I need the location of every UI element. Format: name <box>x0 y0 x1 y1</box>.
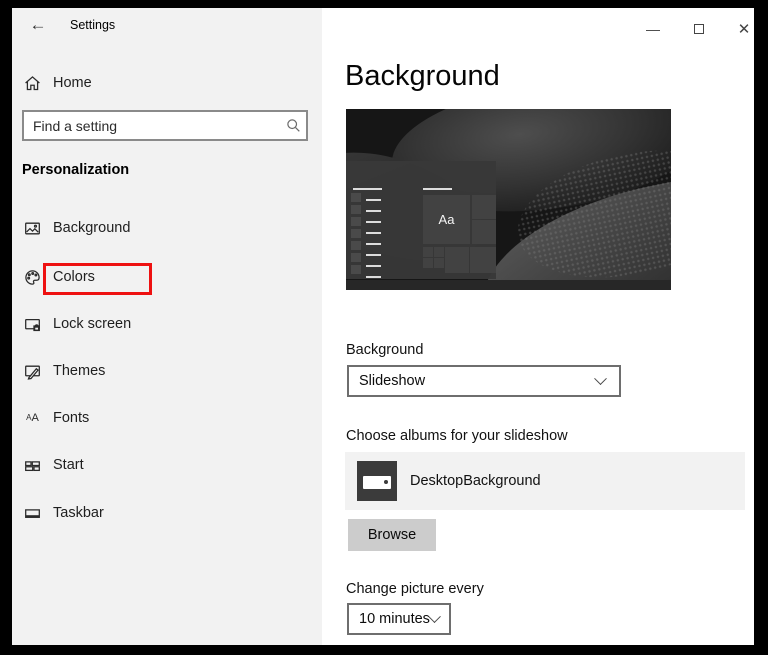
sidebar-item-themes[interactable]: Themes <box>12 356 322 386</box>
change-picture-value: 10 minutes <box>359 611 430 627</box>
background-type-select[interactable]: Slideshow <box>347 365 621 397</box>
preview-tile <box>470 247 496 273</box>
preview-taskbar <box>346 280 671 290</box>
preview-tile <box>423 247 433 257</box>
background-type-value: Slideshow <box>359 373 426 389</box>
sidebar-item-label: Start <box>53 457 84 473</box>
chevron-down-icon <box>428 609 441 623</box>
themes-icon <box>24 363 41 380</box>
back-arrow-icon: ← <box>29 15 47 34</box>
background-dropdown-label: Background <box>346 342 424 358</box>
home-icon <box>24 75 41 92</box>
sidebar-item-label: Taskbar <box>53 505 104 521</box>
preview-menu-line <box>353 188 382 190</box>
sidebar-item-label: Background <box>53 220 131 236</box>
lock-screen-icon <box>24 316 41 333</box>
search-icon[interactable] <box>280 112 306 139</box>
preview-tile <box>445 247 469 273</box>
album-row[interactable]: DesktopBackground <box>345 452 745 510</box>
album-folder-icon <box>357 461 397 501</box>
album-name: DesktopBackground <box>410 473 541 489</box>
sidebar-item-lock-screen[interactable]: Lock screen <box>12 309 322 339</box>
image-icon <box>24 220 41 237</box>
palette-icon <box>24 269 41 286</box>
albums-label: Choose albums for your slideshow <box>346 428 568 444</box>
preview-tile <box>434 258 444 268</box>
sidebar-item-home[interactable]: Home <box>12 68 322 98</box>
chevron-down-icon <box>594 371 607 385</box>
sidebar-item-label: Colors <box>53 269 95 285</box>
preview-aa-label: Aa <box>438 212 455 227</box>
fonts-icon: AA <box>26 411 39 424</box>
sidebar-item-label: Themes <box>53 363 106 379</box>
sidebar-item-colors[interactable]: Colors <box>12 262 322 292</box>
sidebar-item-fonts[interactable]: AA Fonts <box>12 403 322 433</box>
sidebar-item-background[interactable]: Background <box>12 213 322 243</box>
main-content: — ✕ Background Aa Background Slideshow C… <box>322 8 754 645</box>
app-title: Settings <box>70 18 116 32</box>
preview-menu-line <box>423 188 452 190</box>
taskbar-icon <box>24 505 41 522</box>
maximize-icon <box>694 24 704 34</box>
sidebar-item-label: Lock screen <box>53 316 132 332</box>
change-picture-label: Change picture every <box>346 581 484 597</box>
preview-tile-column <box>351 193 361 277</box>
settings-window: ← Settings Home Personalization Backgrou… <box>12 8 754 645</box>
preview-aa-tile: Aa <box>423 195 470 244</box>
preview-tile <box>434 247 444 257</box>
browse-button[interactable]: Browse <box>348 519 436 551</box>
minimize-icon: — <box>646 21 660 37</box>
close-button[interactable]: ✕ <box>729 16 754 42</box>
sidebar-item-label: Home <box>53 75 92 91</box>
preview-tile <box>472 220 496 244</box>
sidebar-item-taskbar[interactable]: Taskbar <box>12 498 322 528</box>
change-picture-select[interactable]: 10 minutes <box>347 603 451 635</box>
sidebar-item-label: Fonts <box>53 410 90 426</box>
search-box <box>22 110 308 141</box>
search-input[interactable] <box>24 112 280 139</box>
minimize-button[interactable]: — <box>638 16 668 42</box>
preview-tile <box>472 195 496 219</box>
browse-button-label: Browse <box>367 527 417 543</box>
start-icon <box>24 457 41 474</box>
maximize-button[interactable] <box>684 16 714 42</box>
close-icon: ✕ <box>737 21 751 38</box>
preview-start-menu: Aa <box>346 161 496 279</box>
background-preview-image: Aa <box>346 109 671 290</box>
sidebar-item-start[interactable]: Start <box>12 450 322 480</box>
sidebar: ← Settings Home Personalization Backgrou… <box>12 8 322 645</box>
preview-tile <box>423 258 433 268</box>
section-title: Personalization <box>22 162 130 178</box>
page-title: Background <box>345 60 500 92</box>
preview-menu-lines <box>366 199 381 279</box>
back-button[interactable]: ← <box>24 13 52 37</box>
